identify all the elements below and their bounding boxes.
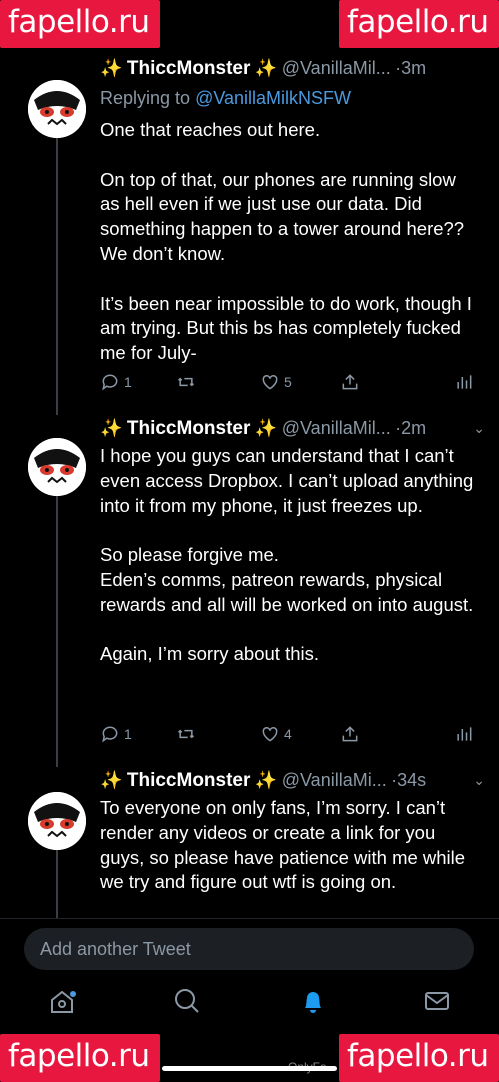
heart-icon: [262, 726, 278, 742]
reply-link[interactable]: @VanillaMilkNSFW: [195, 88, 351, 108]
retweet-icon: [177, 729, 195, 739]
add-tweet-input[interactable]: Add another Tweet: [24, 928, 474, 970]
tab-messages[interactable]: [421, 985, 453, 1017]
tab-home[interactable]: [46, 985, 78, 1017]
analytics-icon: [457, 375, 472, 389]
tab-notifications[interactable]: [297, 985, 329, 1017]
avatar[interactable]: [28, 438, 86, 496]
timestamp: ·34s: [391, 770, 427, 790]
sparkle-icon: ✨: [100, 418, 123, 438]
avatar[interactable]: [28, 792, 86, 850]
sparkle-icon: ✨: [100, 770, 123, 790]
like-button[interactable]: 5: [260, 372, 292, 392]
tab-search[interactable]: [171, 985, 203, 1017]
reply-icon: [102, 374, 118, 391]
display-name[interactable]: ThiccMonster: [127, 58, 251, 79]
tweet-actions: 1 4: [100, 724, 475, 750]
share-icon: [342, 374, 358, 390]
retweet-button[interactable]: [176, 372, 196, 392]
analytics-icon: [457, 727, 472, 741]
retweet-icon: [177, 377, 195, 387]
heart-icon: [262, 374, 278, 390]
search-icon: [175, 989, 199, 1013]
retweet-button[interactable]: [176, 724, 196, 744]
tweet-header: ✨ ThiccMonster ✨ @VanillaMil... ·2m: [100, 418, 487, 442]
avatar-image: [28, 792, 86, 850]
sparkle-icon: ✨: [100, 58, 123, 78]
analytics-button[interactable]: [454, 724, 474, 744]
divider: [0, 918, 499, 919]
watermark-top-left: fapello.ru: [0, 0, 160, 48]
watermark-bottom-right: fapello.ru: [339, 1034, 499, 1082]
tweet-header: ✨ ThiccMonster ✨ @VanillaMi... ·34s: [100, 770, 487, 794]
avatar-image: [28, 80, 86, 138]
display-name[interactable]: ThiccMonster: [127, 418, 251, 439]
sparkle-icon: ✨: [254, 770, 278, 790]
tweet-header: ✨ ThiccMonster ✨ @VanillaMil... ·3m: [100, 58, 487, 82]
notification-dot: [70, 991, 76, 997]
analytics-button[interactable]: [454, 372, 474, 392]
avatar[interactable]: [28, 80, 86, 138]
reply-icon: [102, 726, 118, 743]
replying-to: Replying to @VanillaMilkNSFW: [100, 88, 351, 109]
reply-button[interactable]: 1: [100, 372, 132, 392]
tweet-text: To everyone on only fans, I’m sorry. I c…: [100, 797, 471, 893]
tweet-text: I hope you guys can understand that I ca…: [100, 445, 474, 665]
chevron-down-icon[interactable]: ⌄: [473, 420, 485, 437]
like-count: 4: [284, 726, 292, 742]
timestamp: ·3m: [395, 58, 427, 78]
user-handle[interactable]: @VanillaMil...: [282, 58, 391, 78]
bottom-tab-bar: [0, 985, 499, 1035]
home-indicator[interactable]: [162, 1066, 337, 1071]
like-button[interactable]: 4: [260, 724, 292, 744]
tweet[interactable]: ✨ ThiccMonster ✨ @VanillaMi... ·34s ⌄ To…: [0, 770, 499, 918]
sparkle-icon: ✨: [254, 58, 278, 78]
reply-count: 1: [124, 374, 132, 390]
user-handle[interactable]: @VanillaMil...: [282, 418, 391, 438]
home-icon: [51, 990, 73, 1013]
watermark-top-right: fapello.ru: [339, 0, 499, 48]
share-icon: [342, 726, 358, 742]
share-button[interactable]: [340, 372, 360, 392]
reply-button[interactable]: 1: [100, 724, 132, 744]
timestamp: ·2m: [395, 418, 427, 438]
watermark-bottom-left: fapello.ru: [0, 1034, 160, 1082]
display-name[interactable]: ThiccMonster: [127, 770, 251, 791]
reply-count: 1: [124, 726, 132, 742]
like-count: 5: [284, 374, 292, 390]
tweet-text: One that reaches out here. On top of tha…: [100, 119, 472, 364]
tweet[interactable]: ✨ ThiccMonster ✨ @VanillaMil... ·2m ⌄ I …: [0, 418, 499, 758]
tweet-actions: 1 5: [100, 372, 475, 398]
notifications-icon: [305, 992, 321, 1013]
user-handle[interactable]: @VanillaMi...: [282, 770, 387, 790]
chevron-down-icon[interactable]: ⌄: [473, 772, 485, 789]
avatar-image: [28, 438, 86, 496]
share-button[interactable]: [340, 724, 360, 744]
sparkle-icon: ✨: [254, 418, 278, 438]
tweet[interactable]: ✨ ThiccMonster ✨ @VanillaMil... ·3m Repl…: [0, 58, 499, 398]
reply-prefix: Replying to: [100, 88, 196, 108]
messages-icon: [425, 992, 449, 1010]
